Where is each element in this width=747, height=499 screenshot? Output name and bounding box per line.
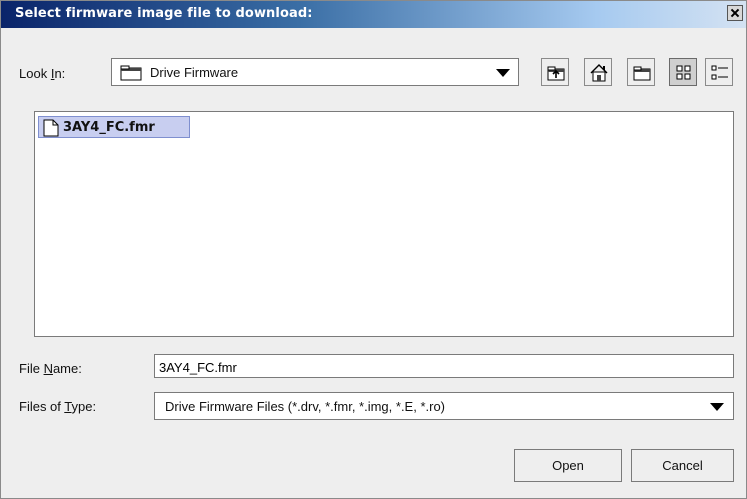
file-name-label-prefix: File	[19, 361, 44, 376]
home-button[interactable]	[584, 58, 612, 86]
open-button[interactable]: Open	[514, 449, 622, 482]
file-icon	[43, 119, 59, 137]
file-list[interactable]: 3AY4_FC.fmr	[34, 111, 734, 337]
list-item[interactable]: 3AY4_FC.fmr	[38, 116, 190, 138]
details-view-button[interactable]	[705, 58, 733, 86]
look-in-combo[interactable]: Drive Firmware	[111, 58, 519, 86]
folder-icon	[120, 65, 142, 84]
file-name-field[interactable]	[154, 354, 734, 378]
file-name-label: File Name:	[19, 361, 82, 376]
list-view-button[interactable]	[669, 58, 697, 86]
dialog-title: Select firmware image file to download:	[15, 6, 313, 21]
cancel-button[interactable]: Cancel	[631, 449, 734, 482]
chevron-down-icon[interactable]	[496, 69, 510, 77]
file-type-label-suffix: ype:	[71, 399, 97, 414]
file-name-label-mnemonic: N	[43, 361, 53, 376]
look-in-label: Look In:	[19, 66, 65, 81]
look-in-label-suffix: n:	[54, 66, 66, 81]
file-type-label-prefix: Files of	[19, 399, 65, 414]
look-in-value: Drive Firmware	[150, 65, 239, 80]
look-in-label-prefix: Look	[19, 66, 51, 81]
details-view-icon	[711, 65, 728, 80]
title-bar[interactable]: Select firmware image file to download:	[1, 1, 746, 28]
up-one-level-button[interactable]	[541, 58, 569, 86]
chevron-down-icon[interactable]	[710, 403, 724, 411]
close-icon[interactable]	[727, 5, 743, 21]
up-one-level-icon	[547, 66, 565, 81]
new-folder-icon	[633, 66, 651, 81]
file-type-label-mnemonic: T	[64, 399, 72, 414]
home-icon	[590, 64, 608, 82]
file-chooser-dialog: Select firmware image file to download: …	[0, 0, 747, 499]
file-name-label-suffix: ame:	[52, 361, 82, 376]
new-folder-button[interactable]	[627, 58, 655, 86]
list-view-icon	[676, 65, 691, 80]
file-type-label: Files of Type:	[19, 399, 96, 414]
file-type-combo[interactable]: Drive Firmware Files (*.drv, *.fmr, *.im…	[154, 392, 734, 420]
file-name-text: 3AY4_FC.fmr	[63, 120, 155, 135]
file-type-value: Drive Firmware Files (*.drv, *.fmr, *.im…	[165, 399, 446, 414]
